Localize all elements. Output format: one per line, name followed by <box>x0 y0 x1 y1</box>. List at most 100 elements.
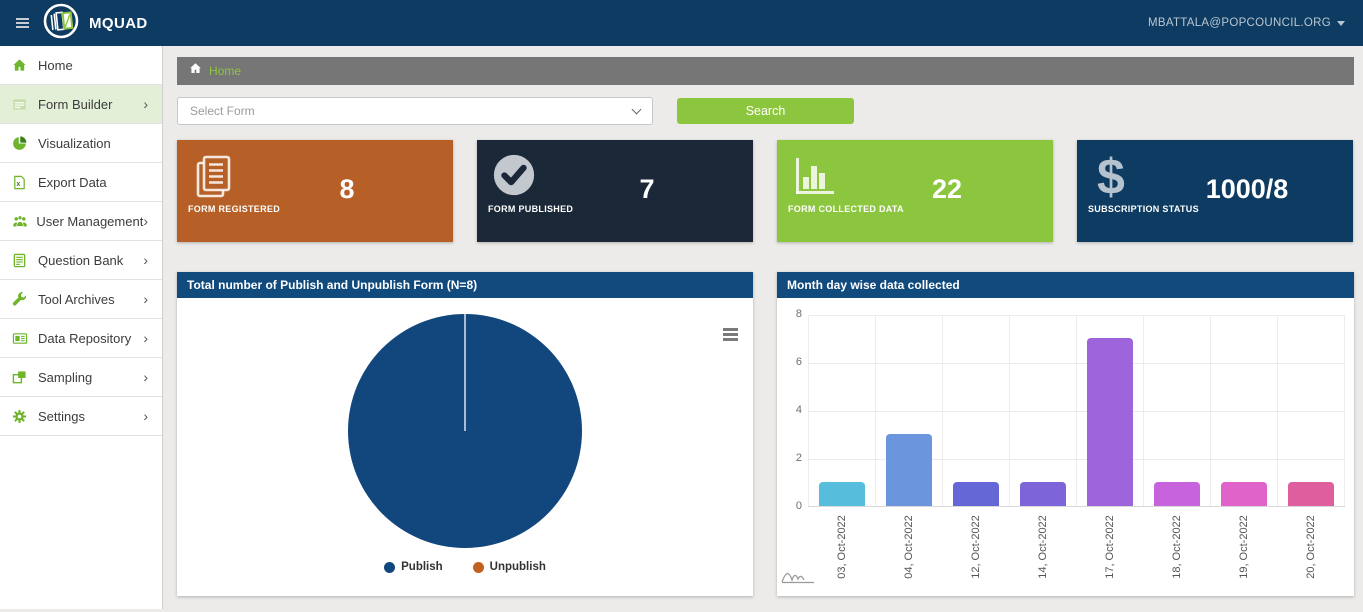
pie-chart-icon <box>12 136 30 151</box>
form-select-placeholder: Select Form <box>190 104 255 118</box>
y-tick-label: 2 <box>796 452 802 464</box>
caret-down-icon <box>1337 21 1345 26</box>
search-button[interactable]: Search <box>677 98 854 124</box>
stat-card-label: FORM REGISTERED <box>188 204 280 214</box>
legend-item-publish[interactable]: Publish <box>384 561 443 573</box>
breadcrumb-label[interactable]: Home <box>209 64 241 78</box>
stat-card-form-published[interactable]: 7FORM PUBLISHED <box>477 140 753 242</box>
sidebar-item-label: Export Data <box>38 175 152 190</box>
bar-14-oct-2022[interactable] <box>1020 482 1066 506</box>
bar-category <box>1278 315 1345 506</box>
x-tick-label: 14, Oct-2022 <box>1009 507 1076 593</box>
user-account-menu[interactable]: MBATTALA@POPCOUNCIL.ORG <box>1148 17 1345 29</box>
sidebar-item-label: Question Bank <box>38 253 143 268</box>
x-tick-label: 20, Oct-2022 <box>1278 507 1345 593</box>
sidebar-item-data-repository[interactable]: Data Repository› <box>0 319 162 358</box>
brand-title: MQUAD <box>89 15 148 32</box>
dollar-icon: $ <box>1091 152 1155 230</box>
sidebar-item-label: Visualization <box>38 136 152 151</box>
stat-card-value: 1000/8 <box>1155 174 1339 230</box>
sidebar-item-question-bank[interactable]: Question Bank› <box>0 241 162 280</box>
user-email: MBATTALA@POPCOUNCIL.ORG <box>1148 17 1331 29</box>
bar-panel-title: Month day wise data collected <box>777 272 1354 298</box>
sidebar-item-label: Settings <box>38 409 143 424</box>
bar-18-oct-2022[interactable] <box>1154 482 1200 506</box>
x-tick-label: 12, Oct-2022 <box>942 507 1009 593</box>
sidebar-item-home[interactable]: Home <box>0 46 162 85</box>
svg-text:x: x <box>16 180 20 187</box>
stat-card-value: 22 <box>855 174 1039 230</box>
x-tick-label: 18, Oct-2022 <box>1144 507 1211 593</box>
bar-category <box>943 315 1010 506</box>
bar-17-oct-2022[interactable] <box>1087 338 1133 506</box>
sidebar-item-form-builder[interactable]: Form Builder› <box>0 85 162 124</box>
pie-legend: Publish Unpublish <box>177 561 753 573</box>
sidebar-item-label: User Management <box>36 214 143 229</box>
export-file-icon: x <box>12 175 30 190</box>
pie-chart-panel: Total number of Publish and Unpublish Fo… <box>177 272 753 596</box>
form-select[interactable]: Select Form <box>177 97 653 125</box>
sidebar-item-sampling[interactable]: Sampling› <box>0 358 162 397</box>
bar-03-oct-2022[interactable] <box>819 482 865 506</box>
sidebar-item-label: Data Repository <box>38 331 143 346</box>
y-axis: 02468 <box>782 315 808 507</box>
bar-category <box>876 315 943 506</box>
home-icon <box>189 62 202 80</box>
stat-card-label: FORM COLLECTED DATA <box>788 204 904 214</box>
wrench-icon <box>12 292 30 307</box>
mquad-logo <box>43 3 79 44</box>
bar-category <box>1144 315 1211 506</box>
menu-toggle-icon[interactable] <box>12 14 33 32</box>
documents-icon <box>191 152 255 230</box>
sidebar-item-user-management[interactable]: User Management› <box>0 202 162 241</box>
stat-card-value: 8 <box>255 174 439 230</box>
sidebar-item-label: Tool Archives <box>38 292 143 307</box>
x-axis-labels: 03, Oct-202204, Oct-202212, Oct-202214, … <box>808 507 1345 593</box>
bar-category <box>808 315 876 506</box>
sidebar-item-label: Sampling <box>38 370 143 385</box>
bar-12-oct-2022[interactable] <box>953 482 999 506</box>
chevron-right-icon: › <box>143 409 152 423</box>
y-tick-label: 8 <box>796 308 802 320</box>
breadcrumb: Home <box>177 57 1354 85</box>
chevron-right-icon: › <box>143 292 152 306</box>
sidebar-item-visualization[interactable]: Visualization <box>0 124 162 163</box>
legend-dot <box>384 562 395 573</box>
bar-category <box>1077 315 1144 506</box>
sidebar-item-settings[interactable]: Settings› <box>0 397 162 436</box>
y-tick-label: 0 <box>796 500 802 512</box>
sidebar-item-tool-archives[interactable]: Tool Archives› <box>0 280 162 319</box>
bar-category <box>1010 315 1077 506</box>
chart-context-menu-icon[interactable] <box>720 325 741 344</box>
sidebar-item-export-data[interactable]: x Export Data <box>0 163 162 202</box>
stat-card-form-collected-data[interactable]: 22FORM COLLECTED DATA <box>777 140 1053 242</box>
stat-card-subscription-status[interactable]: $1000/8SUBSCRIPTION STATUS <box>1077 140 1353 242</box>
form-builder-icon <box>12 97 30 112</box>
pie-chart[interactable] <box>348 314 582 548</box>
users-icon <box>12 214 28 229</box>
wave-icon <box>781 569 815 590</box>
bar-04-oct-2022[interactable] <box>886 434 932 506</box>
bar-19-oct-2022[interactable] <box>1221 482 1267 506</box>
stat-card-form-registered[interactable]: 8FORM REGISTERED <box>177 140 453 242</box>
y-tick-label: 4 <box>796 404 802 416</box>
legend-label: Publish <box>401 561 443 573</box>
x-tick-label: 19, Oct-2022 <box>1211 507 1278 593</box>
bar-chart-panel: Month day wise data collected 0 2 4 6 8 03, … <box>777 272 1354 596</box>
legend-label: Unpublish <box>490 561 546 573</box>
stat-card-label: FORM PUBLISHED <box>488 204 573 214</box>
chevron-right-icon: › <box>143 214 152 228</box>
sidebar-item-label: Form Builder <box>38 97 143 112</box>
stat-card-label: SUBSCRIPTION STATUS <box>1088 204 1199 214</box>
y-tick-label: 6 <box>796 356 802 368</box>
bar-category <box>1211 315 1278 506</box>
chevron-right-icon: › <box>143 370 152 384</box>
legend-item-unpublish[interactable]: Unpublish <box>473 561 546 573</box>
pie-slice-divider <box>464 314 466 431</box>
top-navbar: MQUAD MBATTALA@POPCOUNCIL.ORG <box>0 0 1363 46</box>
bar-20-oct-2022[interactable] <box>1288 482 1334 506</box>
x-tick-label: 04, Oct-2022 <box>875 507 942 593</box>
bar-chart-icon <box>791 152 855 230</box>
gear-icon <box>12 409 30 424</box>
document-icon <box>12 253 30 268</box>
